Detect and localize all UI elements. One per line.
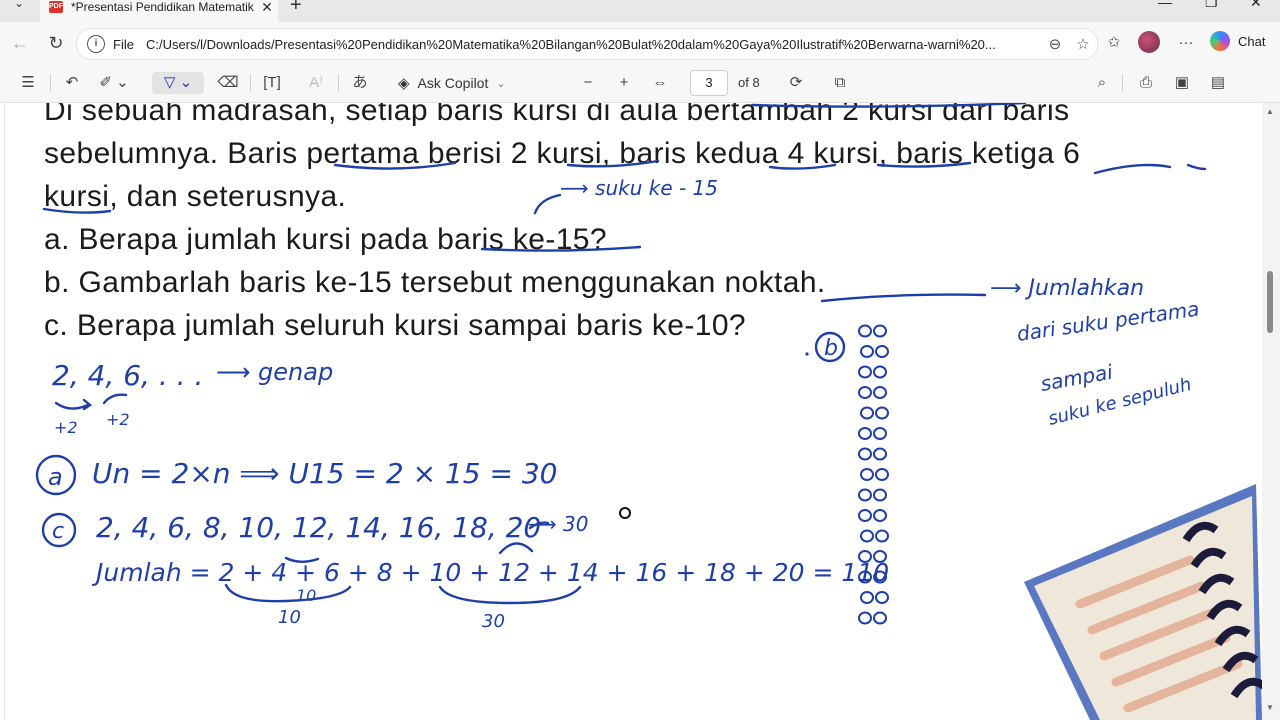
scroll-down-icon[interactable]: ▼: [1266, 703, 1274, 712]
chair-dot: [873, 488, 887, 502]
chair-dot: [873, 611, 887, 625]
rotate-icon[interactable]: ⟳: [784, 72, 808, 94]
under-10: 10: [278, 607, 301, 628]
series-c: 2, 4, 6, 8, 10, 12, 14, 16, 18, 20: [96, 511, 541, 544]
chair-dot: [875, 406, 889, 420]
chair-dot: [873, 427, 887, 440]
chair-dot: [858, 324, 872, 338]
zoom-icon[interactable]: ⊖: [1041, 35, 1069, 53]
tab-menu-icon[interactable]: ⌄: [8, 0, 30, 16]
label-c: c: [52, 519, 64, 544]
url-text[interactable]: C:/Users/l/Downloads/Presentasi%20Pendid…: [146, 37, 1041, 52]
star-icon[interactable]: ☆: [1069, 35, 1097, 53]
tab-title: *Presentasi Pendidikan Matematik: [71, 0, 254, 14]
address-bar-row: ← ↻ i File C:/Users/l/Downloads/Presenta…: [0, 22, 1280, 64]
favorites-icon[interactable]: ✩: [1102, 31, 1126, 55]
chair-dot: [858, 427, 872, 440]
address-bar[interactable]: i File C:/Users/l/Downloads/Presentasi%2…: [76, 28, 1098, 60]
undo-icon[interactable]: ↶: [60, 72, 84, 94]
notebook-illustration: [1024, 484, 1262, 720]
sequence: 2, 4, 6, . . .: [52, 359, 203, 392]
group-10: 10: [296, 586, 316, 605]
pdf-favicon: PDF: [49, 1, 63, 13]
under-30: 30: [482, 611, 505, 632]
chair-dot: [858, 447, 872, 461]
answer-a: Un = 2×n ⟹ U15 = 2 × 15 = 30: [92, 457, 557, 490]
ask-copilot-button[interactable]: ◈ Ask Copilot ⌄: [398, 72, 506, 94]
chair-dot: [860, 529, 874, 543]
copilot-chat-button[interactable]: Chat: [1210, 31, 1265, 51]
page-left-edge: [4, 103, 5, 720]
save-as-icon[interactable]: ▤: [1206, 72, 1230, 94]
chair-dot: [860, 591, 874, 604]
ask-copilot-label: Ask Copilot: [417, 75, 489, 91]
zoom-in-icon[interactable]: +: [612, 72, 636, 94]
back-icon[interactable]: ←: [8, 31, 32, 55]
genap-note: ⟶ genap: [216, 358, 333, 386]
scroll-up-icon[interactable]: ▲: [1266, 107, 1274, 116]
chair-dot: [858, 386, 872, 399]
contents-icon[interactable]: ☰: [16, 72, 40, 94]
save-icon[interactable]: ▣: [1170, 72, 1194, 94]
read-aloud-icon[interactable]: A⁾: [304, 72, 328, 94]
copilot-small-icon: ◈: [398, 75, 410, 92]
label-a: a: [48, 463, 63, 491]
chair-dot: [858, 365, 872, 379]
note-suku-15: ⟶ suku ke - 15: [560, 176, 718, 200]
window-close-icon[interactable]: ✕: [1250, 0, 1262, 11]
browser-tab[interactable]: PDF *Presentasi Pendidikan Matematik ✕: [40, 0, 278, 22]
minimize-icon[interactable]: —: [1158, 0, 1172, 10]
jumlah-line: Jumlah = 2 + 4 + 6 + 8 + 10 + 12 + 14 + …: [91, 558, 889, 587]
chair-dot: [875, 345, 889, 358]
copilot-icon: [1210, 31, 1230, 51]
chair-dot: [873, 324, 887, 338]
chair-dot: [873, 386, 887, 399]
note-sampai: sampai: [1039, 360, 1115, 396]
label-b: b: [824, 336, 838, 361]
chair-dot: [873, 509, 887, 522]
arrow-30: ⟶ 30: [528, 512, 588, 536]
chair-dot: [873, 447, 887, 461]
scroll-thumb[interactable]: [1267, 271, 1273, 333]
fit-icon[interactable]: ⇔: [648, 72, 672, 94]
maximize-icon[interactable]: ❐: [1205, 0, 1218, 11]
page-total: of 8: [738, 75, 760, 90]
eraser-icon[interactable]: ⌫: [216, 72, 240, 94]
refresh-icon[interactable]: ↻: [44, 31, 68, 55]
chair-dot: [860, 345, 874, 358]
close-icon[interactable]: ✕: [256, 0, 278, 16]
print-icon[interactable]: ⎙: [1134, 72, 1158, 94]
text-box-icon[interactable]: [T]: [260, 72, 284, 94]
page-number-input[interactable]: 3: [690, 70, 728, 96]
chair-dot: [873, 365, 887, 379]
chair-dot: [858, 509, 872, 522]
pdf-page: Di sebuah madrasah, setiap baris kursi d…: [0, 103, 1262, 720]
info-icon[interactable]: i: [87, 35, 105, 53]
translate-icon[interactable]: あ: [348, 72, 372, 94]
chair-dot: [858, 488, 872, 502]
chair-dot: [875, 468, 889, 481]
chair-dot: [875, 529, 889, 543]
note-dari-suku: dari suku pertama: [1015, 297, 1200, 346]
search-icon[interactable]: ⌕: [1090, 72, 1114, 94]
note-jumlahkan: ⟶ Jumlahkan: [990, 276, 1144, 301]
zoom-out-icon[interactable]: −: [576, 72, 600, 94]
draw-icon[interactable]: ▽ ⌄: [152, 72, 204, 94]
new-tab-icon[interactable]: +: [290, 0, 302, 17]
difference-label: +2: [54, 418, 78, 437]
chair-dot: [875, 591, 889, 604]
highlight-icon[interactable]: ✐ ⌄: [94, 72, 134, 94]
chair-dot: [860, 468, 874, 481]
avatar[interactable]: [1138, 31, 1160, 53]
difference-label: +2: [106, 410, 130, 429]
tab-strip: ⌄ PDF *Presentasi Pendidikan Matematik ✕…: [0, 0, 1280, 22]
page-view-icon[interactable]: ⧉: [828, 72, 852, 94]
chair-dot: [860, 406, 874, 420]
vertical-scrollbar[interactable]: ▲ ▼: [1262, 103, 1280, 720]
file-label: File: [113, 36, 134, 52]
more-icon[interactable]: ···: [1174, 31, 1198, 55]
chair-dot: [858, 611, 872, 625]
pdf-toolbar: ☰ ↶ ✐ ⌄ ▽ ⌄ ⌫ [T] A⁾ あ ◈ Ask Copilot ⌄ −…: [0, 64, 1280, 103]
chat-label: Chat: [1238, 33, 1266, 49]
